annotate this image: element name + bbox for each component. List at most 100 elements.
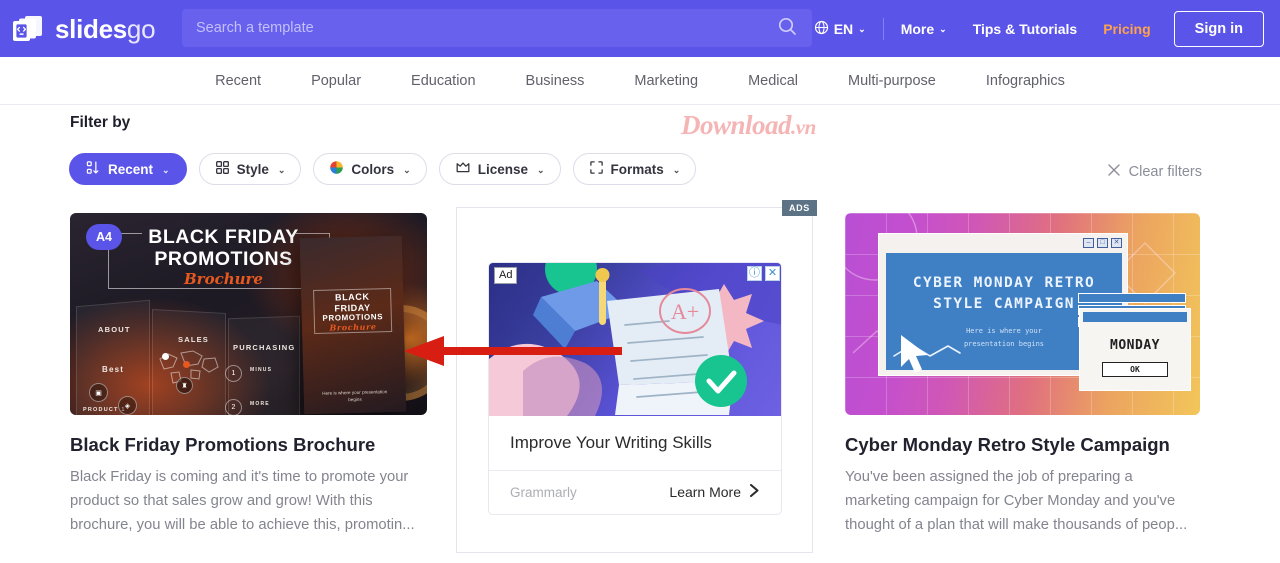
filter-by-label: Filter by: [70, 114, 131, 131]
map-dot-orange: [183, 361, 190, 368]
map-dot-white: [162, 353, 169, 360]
headline-script: Brochure: [184, 269, 263, 288]
dialog-ok-button: OK: [1102, 362, 1168, 377]
globe-icon: [814, 20, 829, 38]
ad-illustration: A+: [489, 263, 781, 416]
filter-pill-label: Formats: [610, 161, 664, 177]
site-header: slidesgo EN ⌄: [0, 0, 1280, 57]
pricing-link[interactable]: Pricing: [1090, 21, 1163, 37]
category-education[interactable]: Education: [386, 73, 501, 89]
category-nav: Recent Popular Education Business Market…: [0, 57, 1280, 105]
panel-label-best: Best: [102, 365, 125, 374]
crop-icon: [589, 160, 604, 178]
brand-name: slidesgo: [55, 13, 156, 44]
category-recent[interactable]: Recent: [190, 73, 286, 89]
icon-circle-globe: ♜: [176, 377, 193, 394]
template-card: – □ ✕ CYBER MONDAY RETRO STYLE CAMPAIGN …: [845, 213, 1200, 538]
chevron-down-icon: ⌄: [536, 164, 545, 175]
ad-container: A+ Ad ⓘ ✕ Improve Your Writing Skills Gr…: [456, 207, 813, 553]
language-selector[interactable]: EN ⌄: [801, 20, 879, 38]
language-label: EN: [833, 20, 854, 37]
close-icon: ✕: [1111, 238, 1122, 248]
mini-headline: BLACK FRIDAY PROMOTIONS Brochure: [313, 291, 392, 333]
mini-brochure: BLACK FRIDAY PROMOTIONS Brochure Here is…: [299, 235, 407, 415]
header-divider: [882, 17, 884, 40]
sign-in-button[interactable]: Sign in: [1173, 10, 1264, 47]
ad-creative-image[interactable]: A+ Ad ⓘ ✕: [489, 263, 781, 416]
filter-pill-label: Style: [236, 161, 269, 177]
template-title[interactable]: Black Friday Promotions Brochure: [70, 433, 427, 456]
info-icon[interactable]: ⓘ: [747, 266, 762, 281]
filter-pill-row: Recent ⌄ Style ⌄ Colors ⌄ License ⌄ Form…: [69, 153, 697, 185]
panel-label-sales: SALES: [178, 335, 210, 344]
filter-pill-license[interactable]: License ⌄: [438, 153, 561, 185]
brand-name-bold: slides: [55, 13, 127, 44]
tips-tutorials-link[interactable]: Tips & Tutorials: [960, 21, 1091, 37]
template-card: A4 BLACK FRIDAY PROMOTIONS Brochure ABOU…: [70, 213, 427, 538]
category-marketing[interactable]: Marketing: [609, 73, 723, 89]
dialog-title: MONDAY: [1110, 338, 1160, 353]
panel-label-about: ABOUT: [98, 325, 131, 334]
chevron-down-icon: ⌄: [162, 164, 170, 175]
template-thumbnail[interactable]: – □ ✕ CYBER MONDAY RETRO STYLE CAMPAIGN …: [845, 213, 1200, 415]
thumb-headline-line-1: CYBER MONDAY RETRO: [912, 275, 1096, 291]
ad-controls: ⓘ ✕: [747, 266, 780, 281]
filter-pill-formats[interactable]: Formats ⌄: [572, 153, 697, 185]
filter-pill-style[interactable]: Style ⌄: [198, 153, 302, 185]
search-icon: [778, 17, 797, 39]
template-description: You've been assigned the job of preparin…: [845, 469, 1188, 534]
category-multi-purpose[interactable]: Multi-purpose: [823, 73, 961, 89]
brochure-panel-left: [76, 299, 150, 415]
step-label-2: MORE: [250, 401, 270, 407]
close-x-icon: [1107, 163, 1121, 181]
ad-disclosure-label: Ad: [494, 267, 518, 284]
headline-line-2: PROMOTIONS: [154, 247, 293, 270]
maximize-icon: □: [1097, 238, 1108, 248]
more-menu[interactable]: More ⌄: [888, 21, 960, 37]
category-business[interactable]: Business: [501, 73, 610, 89]
format-badge: A4: [86, 224, 122, 250]
clear-filters-label: Clear filters: [1128, 164, 1202, 180]
category-infographics[interactable]: Infographics: [961, 73, 1090, 89]
ad-learn-more-button[interactable]: Learn More: [669, 483, 760, 501]
template-thumbnail[interactable]: A4 BLACK FRIDAY PROMOTIONS Brochure ABOU…: [70, 213, 427, 415]
close-x-icon[interactable]: ✕: [765, 266, 780, 281]
thumb-headline: BLACK FRIDAY PROMOTIONS Brochure: [116, 226, 331, 288]
panel-label-purchasing: PURCHASING: [233, 343, 296, 352]
ad-unit[interactable]: A+ Ad ⓘ ✕ Improve Your Writing Skills Gr…: [488, 262, 782, 515]
mini-caption: Here is where your presentation begins: [322, 389, 388, 403]
filter-pill-label: Colors: [351, 161, 395, 177]
step-label-1: MINUS: [250, 367, 273, 373]
watermark-text: Download: [681, 110, 792, 140]
watermark-suffix: .vn: [791, 115, 816, 139]
brand-logo-group[interactable]: slidesgo: [10, 13, 172, 45]
chevron-down-icon: ⌄: [939, 24, 947, 34]
svg-text:A+: A+: [671, 299, 699, 324]
sort-icon: [86, 160, 101, 178]
chevron-right-icon: [749, 483, 760, 501]
step-circle-2: 2: [225, 399, 242, 415]
mouse-cursor-icon: [897, 333, 935, 382]
filter-pill-label: License: [477, 161, 528, 177]
search-input[interactable]: [182, 20, 762, 36]
grid-icon: [215, 160, 230, 178]
filter-pill-colors[interactable]: Colors ⌄: [313, 153, 427, 185]
clear-filters-button[interactable]: Clear filters: [1107, 163, 1202, 181]
crown-icon: [455, 160, 471, 178]
stacked-window-bar: [1078, 293, 1186, 303]
template-title[interactable]: Cyber Monday Retro Style Campaign: [845, 433, 1200, 456]
chevron-down-icon: ⌄: [403, 164, 411, 175]
category-popular[interactable]: Popular: [286, 73, 386, 89]
icon-circle-cart: ▣: [89, 383, 108, 402]
slides-logo-icon: [10, 13, 46, 45]
category-medical[interactable]: Medical: [723, 73, 823, 89]
more-label: More: [900, 20, 935, 37]
ad-body: Improve Your Writing Skills Grammarly Le…: [489, 416, 781, 513]
brand-name-light: go: [126, 13, 156, 44]
ad-headline[interactable]: Improve Your Writing Skills: [510, 432, 760, 454]
palette-icon: [329, 160, 344, 178]
chevron-down-icon: ⌄: [858, 24, 866, 34]
filter-pill-recent[interactable]: Recent ⌄: [69, 153, 187, 185]
search-bar[interactable]: [182, 9, 812, 47]
window-controls: – □ ✕: [1083, 238, 1122, 248]
